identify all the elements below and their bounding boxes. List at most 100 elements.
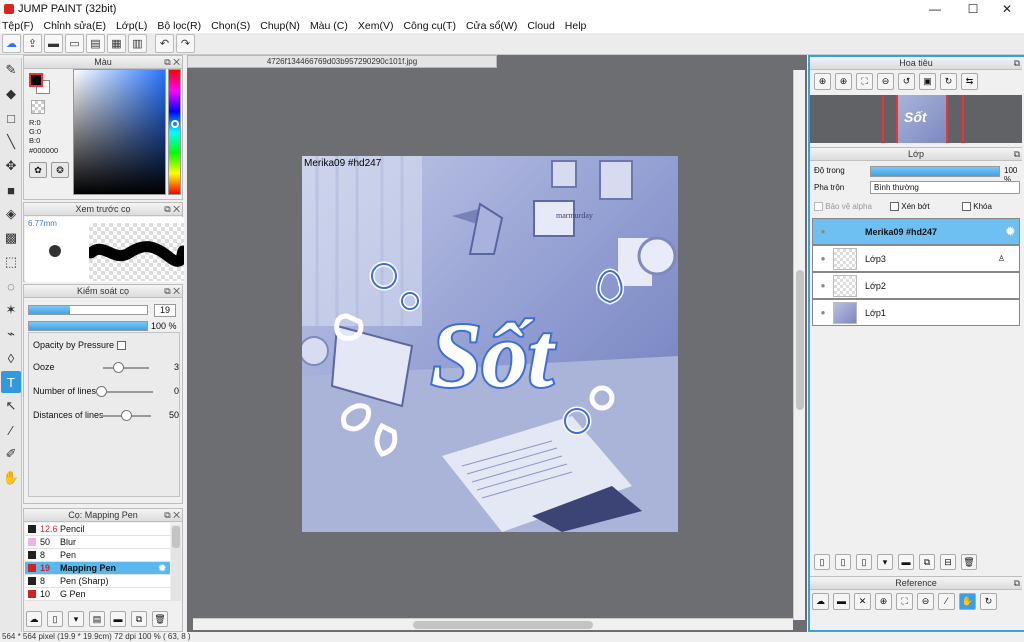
brush-item-pencil[interactable]: 12.6 Pencil [25,523,170,536]
bucket-tool-icon[interactable]: ◈ [1,203,21,225]
panel-close-icon[interactable]: ⧉ ✕ [164,285,180,297]
new-layer-1bit-icon[interactable]: ▯ [835,554,851,570]
canvas-horizontal-scrollbar[interactable] [193,618,793,630]
chat-icon[interactable]: ▬ [44,34,63,53]
ooze-slider[interactable] [103,367,149,369]
add-layer-dropdown-icon[interactable]: ▾ [877,554,893,570]
operation-tool-icon[interactable]: ↖ [1,395,21,417]
select-pen-icon[interactable]: ⌁ [1,323,21,345]
layer-folder-icon[interactable]: ▬ [898,554,914,570]
redo-icon[interactable]: ↷ [176,34,195,53]
menu-cloud[interactable]: Cloud [527,20,554,32]
rectangle-tool-icon[interactable]: □ [1,107,21,129]
menu-layer[interactable]: Lớp(L) [116,20,147,32]
layer-row-text[interactable]: ● Merika09 #hd247 ✹ [812,218,1020,245]
blend-mode-select[interactable]: Bình thường [870,181,1020,194]
brush-item-mapping-pen[interactable]: 19 Mapping Pen ✹ [25,562,170,575]
eyedropper-icon[interactable]: ⁄ [1,419,21,441]
ref-zoom-out-icon[interactable]: ⊖ [917,593,934,610]
text-tool-icon[interactable]: T [1,371,21,393]
panel-close-icon[interactable]: ⧉ ✕ [164,509,180,521]
flip-icon[interactable]: ⇆ [961,73,978,90]
number-of-lines-slider[interactable] [99,391,153,393]
ref-hand-icon[interactable]: ✋ [959,593,976,610]
brush-size-bar[interactable] [28,305,148,315]
add-brush-icon[interactable]: ▾ [68,611,84,627]
gear-icon[interactable]: ✹ [1006,225,1015,238]
visibility-eye-icon[interactable]: ● [813,308,833,317]
menu-capture[interactable]: Chụp(N) [260,20,300,32]
artwork-canvas[interactable]: Sốt marmurday Merika09 #hd247 [302,156,678,532]
layout-icon[interactable]: ▥ [128,34,147,53]
lock-checkbox[interactable] [962,202,971,212]
brush-item-g-pen[interactable]: 10 G Pen [25,588,170,601]
protect-alpha-checkbox[interactable] [814,202,823,212]
menu-help[interactable]: Help [565,20,587,32]
menu-view[interactable]: Xem(V) [358,20,394,32]
new-brush-icon[interactable]: ▯ [47,611,63,627]
ref-rotate-icon[interactable]: ↻ [980,593,997,610]
layer-row-1[interactable]: ● Lớp1 [812,299,1020,326]
layer-row-3[interactable]: ● Lớp3 ♙ [812,245,1020,272]
ref-eyedropper-icon[interactable]: ⁄ [938,593,955,610]
panel-close-icon[interactable]: ⧉ [1014,148,1020,160]
zoom-in-icon[interactable]: ⊕ [835,73,852,90]
zoom-out-icon[interactable]: ⊖ [877,73,894,90]
lasso-icon[interactable]: ◌ [1,275,21,297]
opacity-by-pressure-checkbox[interactable] [116,341,126,351]
ooze-slider-thumb[interactable] [113,362,124,373]
canvas-vertical-scrollbar[interactable] [793,70,805,620]
copy-icon[interactable]: ⧉ [131,611,147,627]
page-icon[interactable]: ▤ [86,34,105,53]
clip-checkbox[interactable] [890,202,899,212]
menu-color[interactable]: Màu (C) [310,20,348,32]
panel-close-icon[interactable]: ⧉ ✕ [164,203,180,215]
number-of-lines-thumb[interactable] [96,386,107,397]
close-reference-icon[interactable]: ✕ [854,593,871,610]
visibility-eye-icon[interactable]: ● [813,254,833,263]
brush-settings-icon[interactable]: ▤ [89,611,105,627]
hand-tool-icon[interactable]: ✋ [1,467,21,489]
brush-opacity-bar[interactable] [28,321,148,331]
visibility-eye-icon[interactable]: ● [813,281,833,290]
brush-item-pen[interactable]: 8 Pen [25,549,170,562]
zoom-fit-icon[interactable]: ⊕ [814,73,831,90]
ref-fit-icon[interactable]: ⛶ [896,593,913,610]
grid-icon[interactable]: ▦ [107,34,126,53]
visibility-eye-icon[interactable]: ● [813,227,833,236]
reset-rotate-icon[interactable]: ▣ [919,73,936,90]
gradient-tool-icon[interactable]: ▩ [1,227,21,249]
brush-tool-icon[interactable]: ✎ [1,59,21,81]
rotate-right-icon[interactable]: ↻ [940,73,957,90]
foreground-color-swatch[interactable] [29,73,43,87]
gear-icon[interactable]: ✹ [158,563,166,574]
panel-close-icon[interactable]: ⧉ [1014,57,1020,69]
hue-slider[interactable] [168,69,181,195]
menu-file[interactable]: Tệp(F) [2,20,34,32]
brush-list-scrollbar[interactable] [171,525,181,601]
trash-icon[interactable]: 🗑 [152,611,168,627]
open-reference-icon[interactable]: ▬ [833,593,850,610]
menu-window[interactable]: Cửa sổ(W) [466,20,517,32]
eraser-tool-icon[interactable]: ◆ [1,83,21,105]
brush-item-pen-sharp[interactable]: 8 Pen (Sharp) [25,575,170,588]
menu-select[interactable]: Chọn(S) [211,20,250,32]
palette-icon[interactable]: ✿ [29,162,47,178]
merge-layer-icon[interactable]: ⊟ [940,554,956,570]
undo-icon[interactable]: ↶ [155,34,174,53]
hue-knob[interactable] [171,120,179,128]
delete-layer-icon[interactable]: 🗑 [961,554,977,570]
cloud-reference-icon[interactable]: ☁ [812,593,829,610]
line-tool-icon[interactable]: ╲ [1,131,21,153]
distances-of-lines-thumb[interactable] [121,410,132,421]
document-tab[interactable]: 4726f134466769d03b957290290c101f.jpg [187,55,497,68]
select-rect-icon[interactable]: ⬚ [1,251,21,273]
layer-opacity-bar[interactable] [870,166,1000,177]
duplicate-layer-icon[interactable]: ⧉ [919,554,935,570]
navigator-preview[interactable]: Sốt [810,95,1022,143]
maximize-button[interactable]: ☐ [956,0,990,18]
new-layer-icon[interactable]: ▯ [814,554,830,570]
transparent-color-swatch[interactable] [31,100,45,114]
horizontal-scroll-thumb[interactable] [413,621,593,629]
rotate-left-icon[interactable]: ↺ [898,73,915,90]
